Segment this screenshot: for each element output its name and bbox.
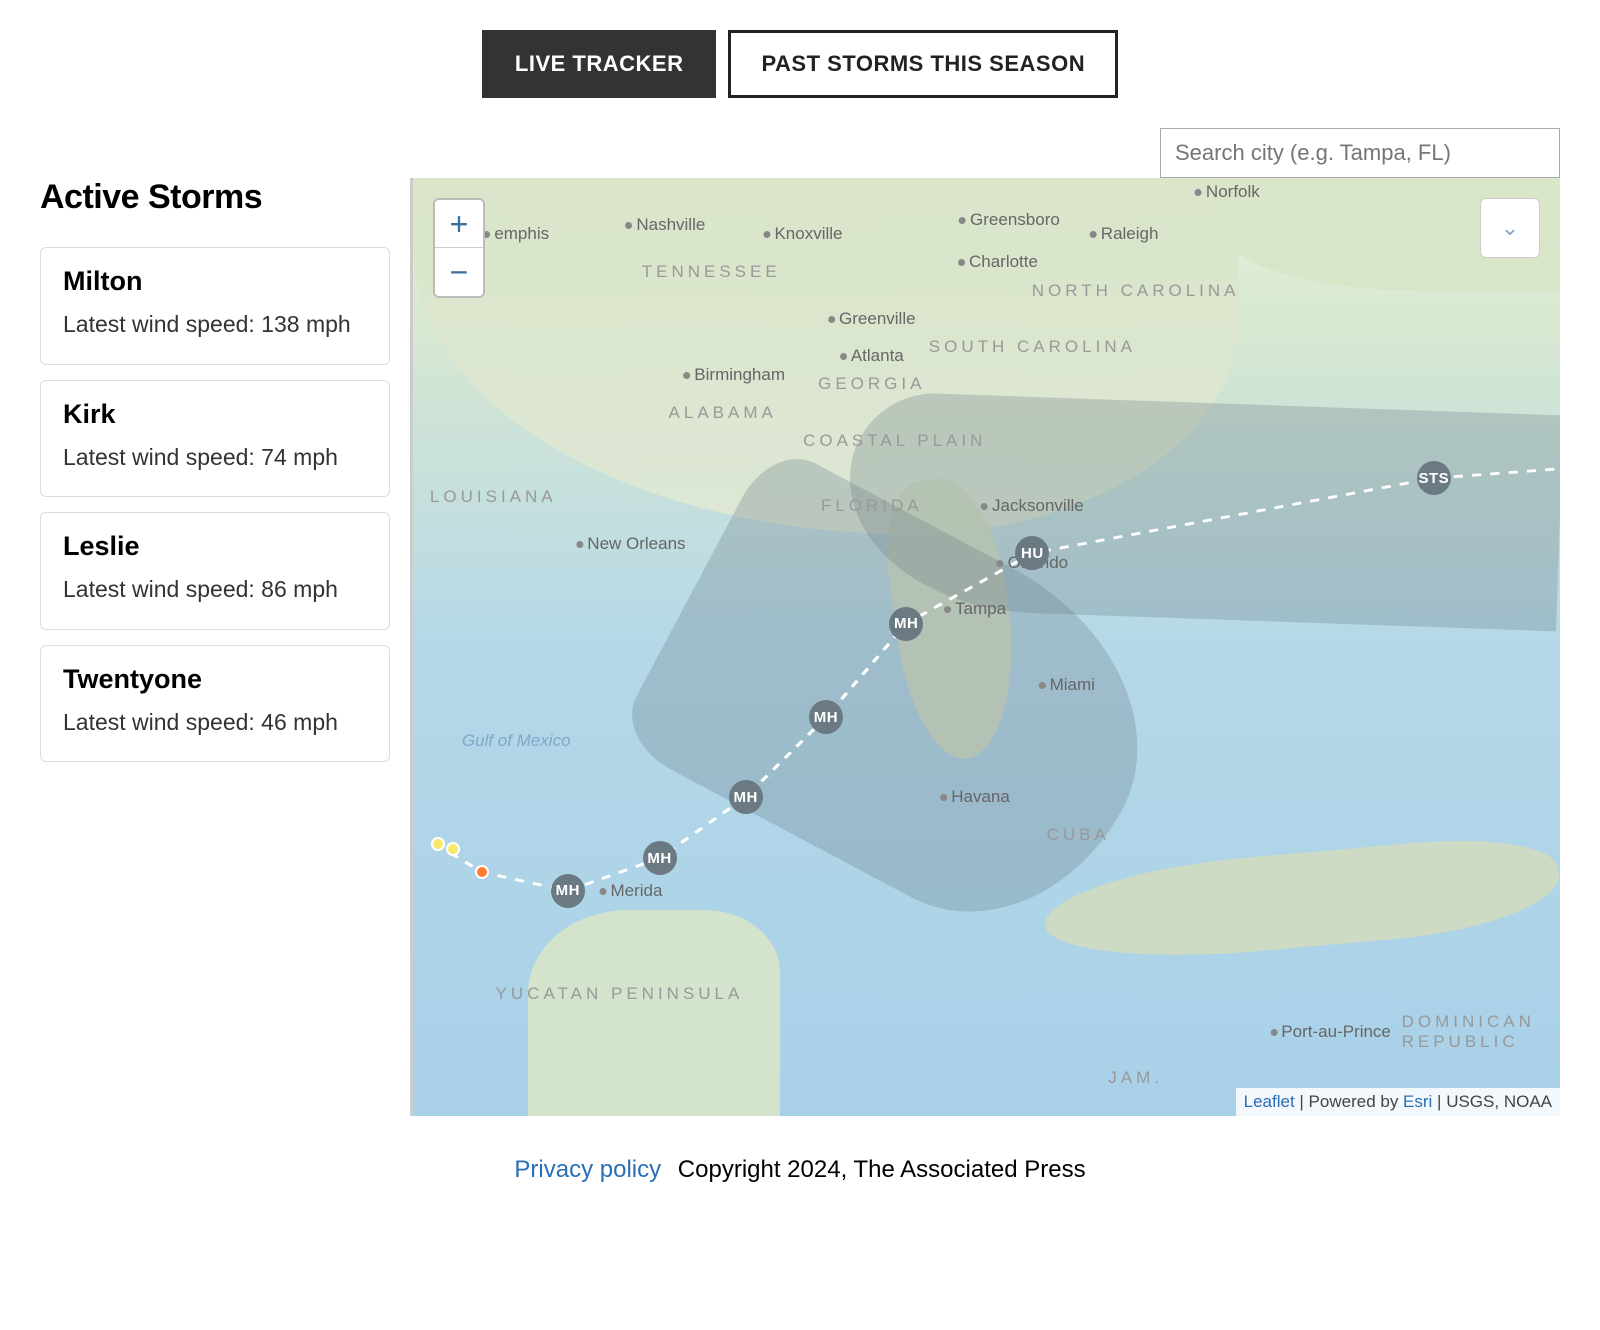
- attrib-text: | Powered by: [1295, 1092, 1403, 1111]
- city-label: Knoxville: [763, 224, 842, 244]
- city-label: Nashville: [625, 215, 705, 235]
- layers-toggle[interactable]: ⌄: [1480, 198, 1540, 258]
- region-label: TENNESSEE: [642, 262, 781, 282]
- storm-wind: Latest wind speed: 46 mph: [63, 705, 367, 740]
- storm-marker[interactable]: MH: [809, 700, 843, 734]
- tab-bar: LIVE TRACKER PAST STORMS THIS SEASON: [40, 30, 1560, 98]
- water-label: Gulf of Mexico: [462, 731, 571, 751]
- active-storms-sidebar: Active Storms Milton Latest wind speed: …: [40, 178, 390, 777]
- city-label: Charlotte: [958, 252, 1038, 272]
- chevron-down-icon: ⌄: [1501, 215, 1519, 241]
- city-label: Birmingham: [683, 365, 785, 385]
- region-label: ALABAMA: [669, 403, 777, 423]
- storm-wind: Latest wind speed: 86 mph: [63, 572, 367, 607]
- city-label: Havana: [940, 787, 1010, 807]
- attrib-text: | USGS, NOAA: [1432, 1092, 1552, 1111]
- city-label: Miami: [1039, 675, 1095, 695]
- esri-link[interactable]: Esri: [1403, 1092, 1432, 1111]
- region-label: FLORIDA: [821, 496, 923, 516]
- storm-marker[interactable]: MH: [551, 874, 585, 908]
- tab-live-tracker[interactable]: LIVE TRACKER: [482, 30, 717, 98]
- map-land: [1041, 831, 1560, 969]
- storm-wind: Latest wind speed: 74 mph: [63, 440, 367, 475]
- storm-card[interactable]: Kirk Latest wind speed: 74 mph: [40, 380, 390, 498]
- map-land: [528, 910, 780, 1116]
- region-label: YUCATAN PENINSULA: [496, 984, 744, 1004]
- city-label: Atlanta: [840, 346, 904, 366]
- search-input[interactable]: [1160, 128, 1560, 178]
- storm-name: Kirk: [63, 399, 367, 430]
- region-label: JAM.: [1108, 1068, 1163, 1088]
- region-label: DOMINICAN REPUBLIC: [1402, 1012, 1535, 1052]
- city-label: New Orleans: [576, 534, 685, 554]
- storm-marker[interactable]: MH: [729, 780, 763, 814]
- storm-wind: Latest wind speed: 138 mph: [63, 307, 367, 342]
- region-label: SOUTH CAROLINA: [929, 337, 1136, 357]
- region-label: CUBA: [1047, 825, 1110, 845]
- zoom-control: + −: [433, 198, 485, 298]
- region-label: NORTH CAROLINA: [1032, 281, 1240, 301]
- copyright-text: Copyright 2024, The Associated Press: [678, 1156, 1086, 1183]
- storm-name: Milton: [63, 266, 367, 297]
- storm-card[interactable]: Milton Latest wind speed: 138 mph: [40, 247, 390, 365]
- city-label: Greensboro: [959, 210, 1060, 230]
- storm-card[interactable]: Twentyone Latest wind speed: 46 mph: [40, 645, 390, 763]
- city-label: Merida: [599, 881, 662, 901]
- privacy-link[interactable]: Privacy policy: [514, 1156, 661, 1183]
- storm-point[interactable]: [475, 865, 489, 879]
- city-label: Raleigh: [1090, 224, 1159, 244]
- storm-marker[interactable]: STS: [1417, 461, 1451, 495]
- city-label: Greenville: [828, 309, 916, 329]
- sidebar-title: Active Storms: [40, 178, 390, 217]
- storm-map[interactable]: + − ⌄ Leaflet | Powered by Esri | USGS, …: [410, 178, 1560, 1116]
- storm-marker[interactable]: MH: [889, 607, 923, 641]
- city-label: Tampa: [944, 599, 1006, 619]
- tab-past-storms[interactable]: PAST STORMS THIS SEASON: [728, 30, 1118, 98]
- storm-point[interactable]: [431, 837, 445, 851]
- city-label: Port-au-Prince: [1270, 1022, 1391, 1042]
- storm-marker[interactable]: MH: [643, 841, 677, 875]
- zoom-in-button[interactable]: +: [435, 200, 483, 248]
- storm-marker[interactable]: HU: [1015, 536, 1049, 570]
- leaflet-link[interactable]: Leaflet: [1244, 1092, 1295, 1111]
- city-label: emphis: [483, 224, 549, 244]
- storm-card[interactable]: Leslie Latest wind speed: 86 mph: [40, 512, 390, 630]
- city-label: Jacksonville: [981, 496, 1084, 516]
- region-label: LOUISIANA: [430, 487, 557, 507]
- region-label: GEORGIA: [818, 374, 925, 394]
- storm-point[interactable]: [446, 842, 460, 856]
- storm-name: Leslie: [63, 531, 367, 562]
- city-label: Norfolk: [1195, 182, 1260, 202]
- storm-name: Twentyone: [63, 664, 367, 695]
- footer: Privacy policy Copyright 2024, The Assoc…: [40, 1156, 1560, 1184]
- region-label: COASTAL PLAIN: [803, 431, 986, 451]
- zoom-out-button[interactable]: −: [435, 248, 483, 296]
- map-attribution: Leaflet | Powered by Esri | USGS, NOAA: [1236, 1088, 1560, 1116]
